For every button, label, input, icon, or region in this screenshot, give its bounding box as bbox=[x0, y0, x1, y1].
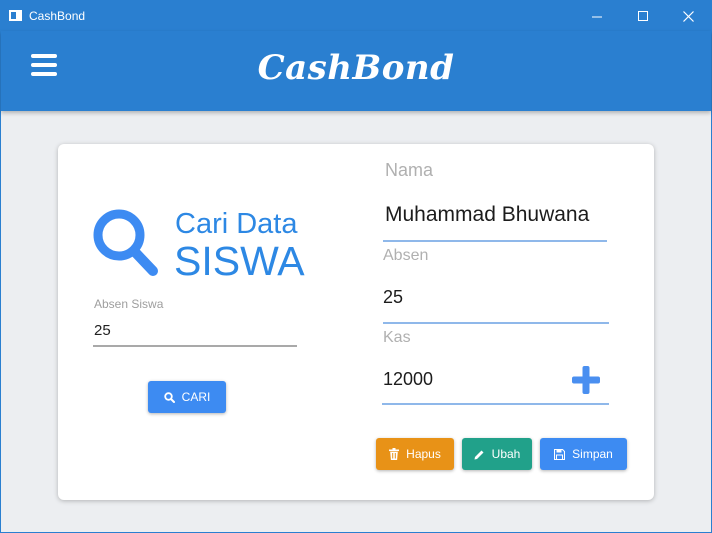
app-icon bbox=[9, 10, 22, 21]
ubah-button-label: Ubah bbox=[491, 447, 521, 461]
absen-siswa-label: Absen Siswa bbox=[94, 297, 164, 311]
close-icon bbox=[682, 10, 694, 22]
save-icon bbox=[554, 448, 566, 460]
cari-button[interactable]: CARI bbox=[148, 381, 226, 413]
kas-input[interactable]: 12000 bbox=[383, 369, 433, 390]
search-icon bbox=[93, 209, 158, 276]
nama-underline bbox=[383, 240, 607, 242]
search-small-icon bbox=[163, 391, 175, 403]
nama-input[interactable]: Muhammad Bhuwana bbox=[385, 203, 589, 227]
absen-siswa-input[interactable]: 25 bbox=[94, 322, 296, 339]
simpan-button-label: Simpan bbox=[572, 447, 613, 461]
main-card: Cari Data SISWA Absen Siswa 25 CARI Nama… bbox=[58, 144, 654, 500]
ubah-button[interactable]: Ubah bbox=[462, 438, 532, 470]
pencil-icon bbox=[474, 450, 484, 459]
absen-siswa-underline bbox=[93, 345, 297, 347]
absen-label: Absen bbox=[383, 247, 429, 264]
maximize-button[interactable] bbox=[620, 1, 666, 31]
trash-icon bbox=[389, 448, 400, 460]
minimize-button[interactable] bbox=[574, 1, 620, 31]
maximize-icon bbox=[637, 10, 648, 21]
hapus-button-label: Hapus bbox=[406, 447, 441, 461]
window-title: CashBond bbox=[29, 9, 86, 23]
close-button[interactable] bbox=[665, 1, 711, 31]
cari-button-label: CARI bbox=[181, 390, 211, 404]
absen-input[interactable]: 25 bbox=[383, 287, 403, 308]
app-header: CashBond bbox=[1, 31, 711, 111]
brand-logo: CashBond bbox=[257, 48, 455, 88]
plus-icon[interactable] bbox=[572, 366, 600, 394]
simpan-button[interactable]: Simpan bbox=[540, 438, 627, 470]
nama-label: Nama bbox=[385, 160, 434, 180]
hapus-button[interactable]: Hapus bbox=[376, 438, 454, 470]
search-title: Cari Data bbox=[175, 208, 298, 240]
kas-label: Kas bbox=[383, 329, 411, 346]
search-subtitle: SISWA bbox=[174, 238, 305, 284]
kas-underline bbox=[382, 403, 609, 405]
title-bar: CashBond bbox=[1, 1, 711, 31]
absen-underline bbox=[383, 322, 609, 324]
minimize-icon bbox=[591, 16, 602, 17]
app-window: CashBond CashBond Cari Data SISWA Absen … bbox=[0, 0, 712, 533]
